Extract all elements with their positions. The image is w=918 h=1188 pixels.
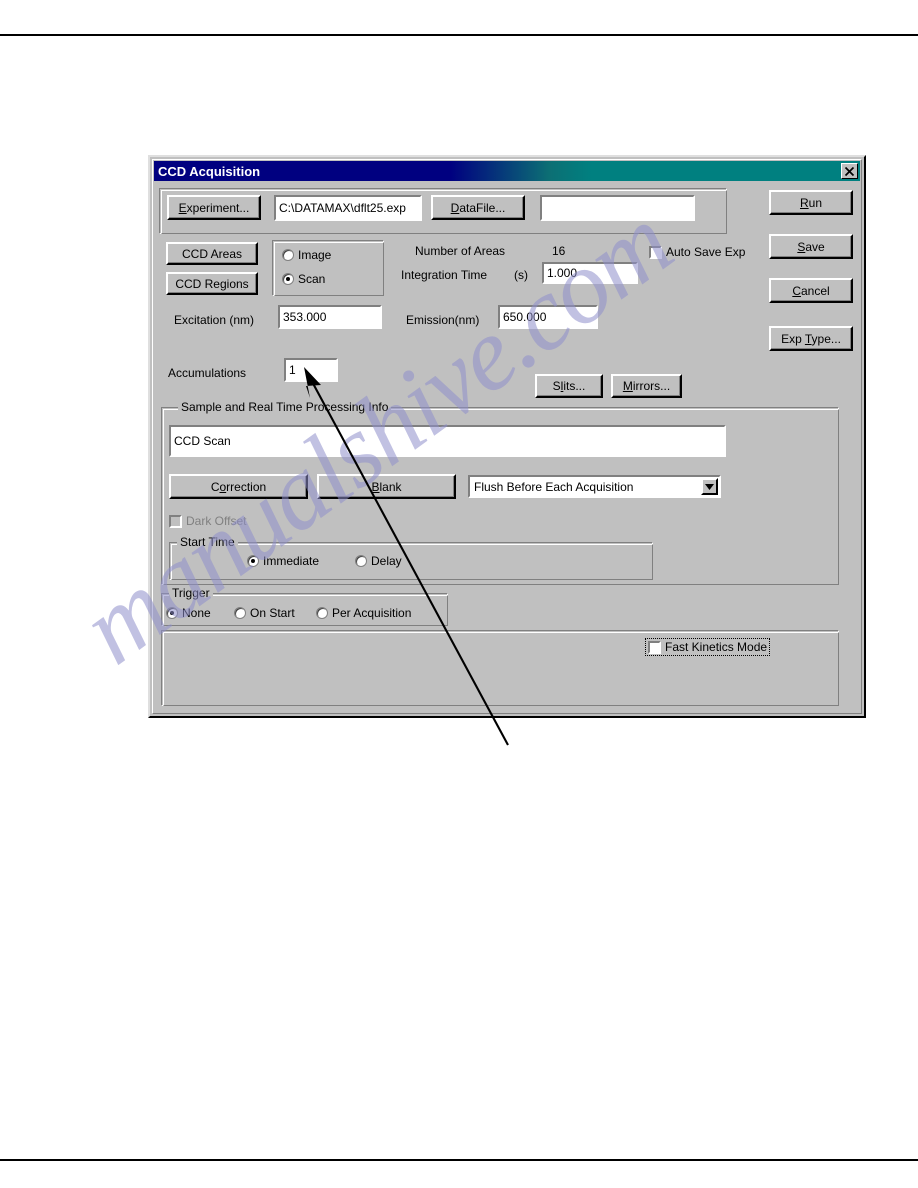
dialog-titlebar[interactable]: CCD Acquisition [154,161,860,181]
ccd-regions-button-label: CCD Regions [175,276,249,291]
start-time-group-inner [171,544,653,580]
fast-kinetics-mode-box [648,640,661,654]
radio-trigger-none-dot [166,607,178,619]
ccd-acquisition-dialog: CCD Acquisition Experiment... C:\DATAMAX… [148,155,866,718]
flush-mode-combobox[interactable]: Flush Before Each Acquisition [468,475,721,498]
close-button[interactable] [841,163,858,179]
fast-kinetics-mode-label: Fast Kinetics Mode [665,640,768,654]
radio-trigger-none[interactable]: None [166,606,211,620]
cancel-button[interactable]: Cancel [769,278,853,303]
datafile-button[interactable]: DataFile... [431,195,525,220]
datafile-button-label: DataFile... [450,200,506,215]
integration-time-label: Integration Time [401,268,488,282]
radio-trigger-none-label: None [182,606,211,620]
number-of-areas-value: 16 [552,244,566,258]
radio-trigger-per-acquisition-label: Per Acquisition [332,606,412,620]
radio-trigger-per-acquisition[interactable]: Per Acquisition [316,606,411,620]
exp-type-button[interactable]: Exp Type... [769,326,853,351]
accumulations-label: Accumulations [168,366,247,380]
page-rule-bottom [0,1159,918,1161]
blank-button-label: Blank [371,479,402,494]
radio-image-label: Image [298,248,332,262]
radio-delay-label: Delay [371,554,402,568]
auto-save-exp-checkbox[interactable]: Auto Save Exp [649,245,745,259]
mirrors-button[interactable]: Mirrors... [611,374,682,398]
ccd-areas-button[interactable]: CCD Areas [166,242,258,265]
integration-time-field[interactable]: 1.000 [542,262,638,284]
dark-offset-label: Dark Offset [186,514,247,528]
mirrors-button-label: Mirrors... [622,379,671,393]
correction-button-label: Correction [210,479,267,494]
excitation-field[interactable]: 353.000 [278,305,382,329]
emission-value: 650.000 [503,310,547,324]
experiment-button[interactable]: Experiment... [167,195,261,220]
radio-immediate-dot [247,555,259,567]
experiment-path-field[interactable]: C:\DATAMAX\dflt25.exp [274,195,422,221]
start-time-group [169,542,653,580]
radio-trigger-on-start[interactable]: On Start [234,606,295,620]
radio-delay-dot [355,555,367,567]
close-icon [844,166,855,177]
flush-mode-value: Flush Before Each Acquisition [474,479,634,494]
slits-button-label: Slits... [552,379,586,393]
save-button-label: Save [797,239,825,254]
cancel-button-label: Cancel [792,283,830,298]
fast-kinetics-mode-checkbox[interactable]: Fast Kinetics Mode [644,638,771,656]
excitation-label: Excitation (nm) [174,313,255,327]
accumulations-value: 1 [289,363,296,377]
blank-button[interactable]: Blank [317,474,456,499]
dark-offset-box [169,514,182,528]
radio-immediate-label: Immediate [263,554,320,568]
experiment-path-value: C:\DATAMAX\dflt25.exp [279,201,406,215]
page-rule-top [0,34,918,36]
slits-button[interactable]: Slits... [535,374,603,398]
radio-trigger-per-acquisition-dot [316,607,328,619]
datafile-field[interactable] [540,195,695,221]
ccd-areas-button-label: CCD Areas [181,246,243,261]
radio-delay[interactable]: Delay [355,554,402,568]
sample-description-field[interactable]: CCD Scan [169,425,726,457]
dark-offset-checkbox[interactable]: Dark Offset [169,514,246,528]
emission-label: Emission(nm) [406,313,480,327]
dialog-title: CCD Acquisition [158,163,261,179]
experiment-button-label: Experiment... [178,200,250,215]
chevron-down-icon[interactable] [701,478,718,495]
start-time-group-title: Start Time [177,536,238,548]
save-button[interactable]: Save [769,234,853,259]
emission-field[interactable]: 650.000 [498,305,598,329]
radio-scan-label: Scan [298,272,326,286]
run-button[interactable]: Run [769,190,853,215]
trigger-group-title: Trigger [169,587,213,599]
radio-trigger-on-start-label: On Start [250,606,295,620]
excitation-value: 353.000 [283,310,327,324]
auto-save-exp-box [649,245,662,259]
integration-time-units: (s) [514,268,528,282]
radio-image-dot [282,249,294,261]
integration-time-value: 1.000 [547,266,578,280]
sample-processing-group-title: Sample and Real Time Processing Info [178,401,392,413]
run-button-label: Run [799,195,823,210]
exp-type-button-label: Exp Type... [781,331,841,346]
accumulations-field[interactable]: 1 [284,358,338,382]
number-of-areas-label: Number of Areas [415,244,506,258]
radio-scan[interactable]: Scan [282,272,325,286]
auto-save-exp-label: Auto Save Exp [666,245,746,259]
ccd-regions-button[interactable]: CCD Regions [166,272,258,295]
correction-button[interactable]: Correction [169,474,308,499]
radio-image[interactable]: Image [282,248,331,262]
radio-scan-dot [282,273,294,285]
radio-immediate[interactable]: Immediate [247,554,319,568]
radio-trigger-on-start-dot [234,607,246,619]
sample-description-value: CCD Scan [174,434,231,448]
